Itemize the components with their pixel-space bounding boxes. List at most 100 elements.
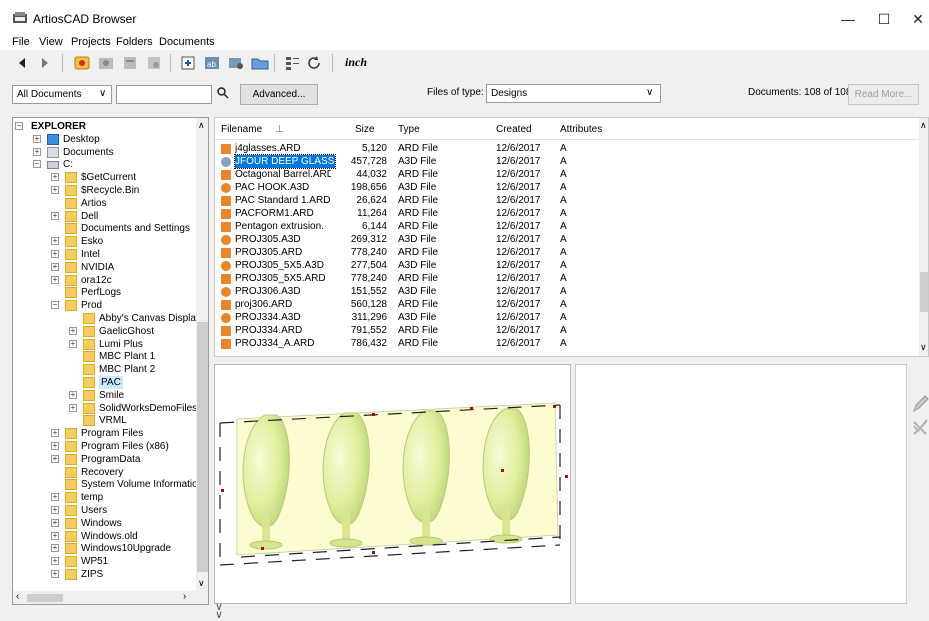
- details-view-icon[interactable]: [282, 53, 302, 73]
- tree-item[interactable]: − EXPLORER: [13, 120, 195, 133]
- expand-icon[interactable]: +: [51, 454, 59, 463]
- expand-icon[interactable]: +: [51, 557, 59, 566]
- project-database-icon[interactable]: [120, 53, 140, 73]
- menu-view[interactable]: View: [39, 36, 63, 49]
- tree-item[interactable]: Documents and Settings: [13, 222, 195, 235]
- tree-item[interactable]: MBC Plant 2: [13, 363, 195, 376]
- tree-item[interactable]: Abby's Canvas Display: [13, 312, 201, 325]
- collapse-icon[interactable]: −: [51, 301, 59, 310]
- scroll-up-icon[interactable]: ∧: [198, 120, 205, 131]
- file-row[interactable]: Pentagon extrusion. 6,144 ARD File 12/6/201…: [215, 220, 920, 233]
- tree-item[interactable]: + temp: [13, 491, 195, 504]
- database-query-icon[interactable]: ab: [202, 53, 222, 73]
- scroll-left-icon[interactable]: ‹: [16, 591, 19, 602]
- column-filename[interactable]: Filename: [221, 124, 262, 135]
- file-row[interactable]: PAC HOOK.A3D 198,656 A3D File 12/6/2017 A: [215, 181, 920, 194]
- pencil-edit-icon[interactable]: [911, 394, 929, 414]
- column-size[interactable]: Size: [355, 124, 374, 135]
- scope-dropdown[interactable]: All Documents ∨: [12, 85, 112, 104]
- explorer-tree[interactable]: − EXPLORER + Desktop + Documents − C: + $GetCurre…: [12, 117, 209, 605]
- tree-item[interactable]: + $GetCurrent: [13, 171, 195, 184]
- tree-item[interactable]: + GaelicGhost: [13, 325, 195, 338]
- project-settings-icon[interactable]: [144, 53, 164, 73]
- tree-scroll-thumb[interactable]: [197, 322, 208, 572]
- expand-icon[interactable]: +: [51, 506, 59, 514]
- tree-item[interactable]: + $Recycle.Bin: [13, 184, 195, 197]
- expand-icon[interactable]: +: [51, 173, 59, 182]
- tree-item[interactable]: + Documents: [13, 146, 195, 159]
- file-row[interactable]: PROJ305.ARD 778,240 ARD File 12/6/2017 A: [215, 246, 920, 259]
- tree-item[interactable]: MBC Plant 1: [13, 350, 195, 363]
- expand-icon[interactable]: +: [33, 134, 41, 143]
- add-icon[interactable]: [178, 53, 198, 73]
- menu-file[interactable]: File: [12, 36, 30, 49]
- open-folder-icon[interactable]: [250, 53, 270, 73]
- tree-item[interactable]: + Desktop: [13, 133, 195, 146]
- column-attributes[interactable]: Attributes: [560, 124, 602, 135]
- expand-icon[interactable]: +: [51, 518, 59, 527]
- tree-item[interactable]: − C:: [13, 158, 195, 171]
- tree-item[interactable]: + Lumi Plus: [13, 338, 195, 351]
- tree-item[interactable]: + Program Files (x86): [13, 440, 195, 453]
- scroll-right-icon[interactable]: ›: [183, 591, 186, 602]
- file-row[interactable]: PAC Standard 1.ARD 26,624 ARD File 12/6/201…: [215, 194, 920, 207]
- file-row[interactable]: JFOUR DEEP GLASSE... 457,728 A3D File 12/6/…: [215, 154, 920, 169]
- expand-icon[interactable]: +: [51, 211, 59, 220]
- tree-item[interactable]: + Windows.old: [13, 530, 195, 543]
- tree-item[interactable]: + Esko: [13, 235, 195, 248]
- tree-item[interactable]: + SolidWorksDemoFiles: [13, 402, 197, 415]
- column-type[interactable]: Type: [398, 124, 420, 135]
- tree-vertical-scrollbar[interactable]: ∧ ∨: [196, 118, 208, 591]
- expand-icon[interactable]: +: [69, 339, 77, 348]
- tree-item[interactable]: + Windows10Upgrade: [13, 542, 195, 555]
- maximize-button[interactable]: ☐: [870, 8, 898, 32]
- file-row[interactable]: PROJ305_5X5.A3D 277,504 A3D File 12/6/2017 A: [215, 259, 920, 272]
- expand-icon[interactable]: +: [51, 262, 59, 271]
- tree-item[interactable]: Recovery: [13, 466, 195, 479]
- tree-item[interactable]: + Dell: [13, 210, 195, 223]
- expand-icon[interactable]: +: [51, 275, 59, 284]
- file-row[interactable]: j4glasses.ARD 5,120 ARD File 12/6/2017 A: [215, 142, 920, 155]
- units-indicator[interactable]: inch: [345, 55, 367, 70]
- file-row[interactable]: PACFORM1.ARD 11,264 ARD File 12/6/2017 A: [215, 207, 920, 220]
- expand-icon[interactable]: +: [51, 493, 59, 502]
- tree-item[interactable]: + Smile: [13, 389, 195, 402]
- file-list-scrollbar[interactable]: ∧ ∨: [919, 118, 928, 356]
- collapse-icon[interactable]: −: [33, 160, 41, 169]
- tree-item[interactable]: − Prod: [13, 299, 195, 312]
- tree-item[interactable]: + WP51: [13, 555, 195, 568]
- expand-icon[interactable]: +: [51, 544, 59, 553]
- search-icon[interactable]: [216, 86, 230, 100]
- file-row[interactable]: PROJ334_A.ARD 786,432 ARD File 12/6/2017 A: [215, 337, 920, 350]
- collapse-icon[interactable]: −: [15, 122, 23, 130]
- tree-item[interactable]: + ZIPS: [13, 568, 195, 581]
- file-row[interactable]: Octagonal Barrel.ARD 44,032 ARD File 12/6/2…: [215, 168, 920, 181]
- expand-icon[interactable]: +: [51, 250, 59, 258]
- expand-icon[interactable]: +: [51, 429, 59, 438]
- menu-projects[interactable]: Projects: [71, 36, 111, 49]
- search-input[interactable]: [116, 85, 212, 104]
- read-more-button[interactable]: Read More...: [848, 84, 919, 105]
- file-list[interactable]: Filename ⊥ Size Type Created Attributes …: [214, 117, 929, 357]
- back-arrow-icon[interactable]: [12, 53, 32, 73]
- minimize-button[interactable]: —: [834, 8, 862, 32]
- expand-icon[interactable]: +: [69, 390, 77, 399]
- refresh-icon[interactable]: [304, 53, 324, 73]
- file-scroll-thumb[interactable]: [920, 272, 928, 312]
- expand-icon[interactable]: +: [69, 403, 77, 412]
- file-row[interactable]: PROJ306.A3D 151,552 A3D File 12/6/2017 A: [215, 285, 920, 298]
- file-row[interactable]: PROJ305.A3D 269,312 A3D File 12/6/2017 A: [215, 233, 920, 246]
- scroll-down-icon[interactable]: ∨: [920, 342, 927, 353]
- scroll-up-icon[interactable]: ∧: [920, 120, 927, 131]
- expand-icon[interactable]: +: [51, 442, 59, 450]
- close-button[interactable]: ✕: [904, 8, 929, 32]
- expand-icon[interactable]: +: [51, 186, 59, 194]
- expand-icon[interactable]: +: [51, 531, 59, 540]
- tree-item[interactable]: + Windows: [13, 517, 195, 530]
- tree-item[interactable]: + ProgramData: [13, 453, 195, 466]
- tree-item[interactable]: + NVIDIA: [13, 261, 195, 274]
- files-of-type-dropdown[interactable]: Designs ∨: [486, 84, 661, 103]
- tree-item[interactable]: + ora12c: [13, 274, 195, 287]
- database-filter-icon[interactable]: [226, 53, 246, 73]
- project-icon[interactable]: [96, 53, 116, 73]
